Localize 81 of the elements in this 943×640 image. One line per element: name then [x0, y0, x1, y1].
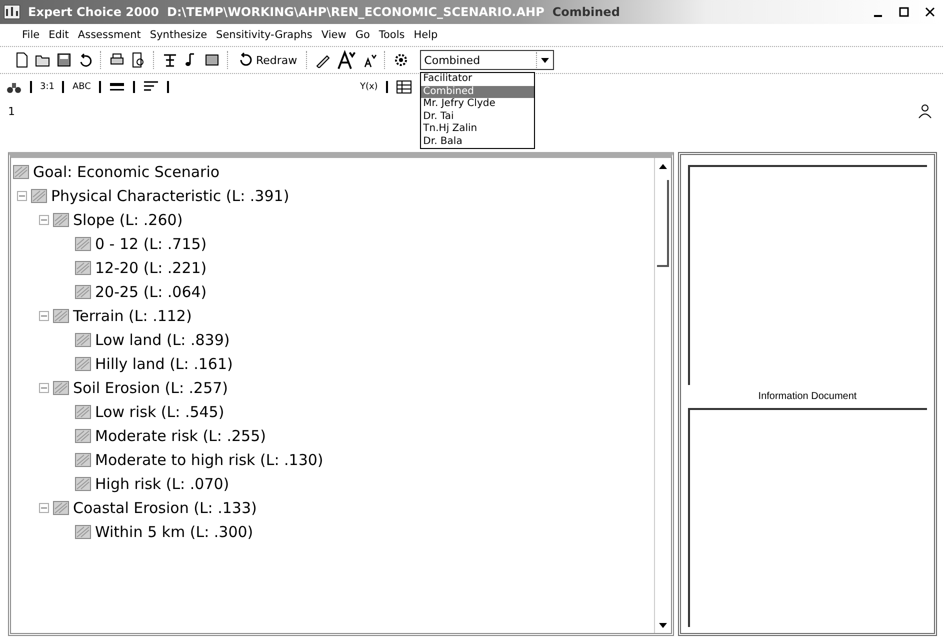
scroll-down-icon[interactable] — [659, 622, 667, 628]
node-icon — [75, 429, 91, 443]
redraw-button[interactable]: Redraw — [236, 52, 300, 68]
close-icon — [925, 7, 935, 17]
refresh-icon — [238, 52, 254, 68]
tree-node[interactable]: Slope (L: .260) — [73, 211, 183, 229]
grid-icon[interactable] — [396, 79, 412, 95]
menu-item[interactable]: View — [321, 29, 346, 41]
collapse-icon[interactable] — [39, 503, 49, 513]
scroll-thumb[interactable] — [657, 180, 669, 267]
node-icon — [53, 213, 69, 227]
node-icon — [53, 309, 69, 323]
tree-node[interactable]: Physical Characteristic (L: .391) — [51, 187, 290, 205]
tree-node[interactable]: Goal: Economic Scenario — [33, 163, 220, 181]
tree-node[interactable]: Low risk (L: .545) — [95, 403, 224, 421]
dropdown-option[interactable]: Dr. Bala — [421, 136, 534, 148]
mode-label: Combined — [552, 5, 620, 19]
node-icon — [75, 525, 91, 539]
tree-node[interactable]: 12-20 (L: .221) — [95, 259, 207, 277]
tree-icon[interactable] — [162, 52, 178, 68]
gear-icon[interactable] — [393, 52, 410, 68]
tree-node[interactable]: Soil Erosion (L: .257) — [73, 379, 228, 397]
node-icon — [53, 381, 69, 395]
abc-button[interactable]: ABC — [72, 82, 91, 92]
font-increase-icon[interactable] — [336, 50, 356, 70]
node-icon — [75, 357, 91, 371]
node-icon — [75, 453, 91, 467]
new-file-icon[interactable] — [14, 52, 30, 68]
window-title: Expert Choice 2000 — [28, 5, 160, 19]
collapse-icon[interactable] — [39, 215, 49, 225]
node-icon — [75, 333, 91, 347]
pane-caption: Information Document — [758, 390, 857, 402]
tree-node[interactable]: 20-25 (L: .064) — [95, 283, 207, 301]
formula-button[interactable]: Y(x) — [360, 82, 378, 92]
tree-node[interactable]: Moderate risk (L: .255) — [95, 427, 266, 445]
menu-item[interactable]: Edit — [48, 29, 69, 41]
collapse-icon[interactable] — [17, 191, 27, 201]
tree-node[interactable]: Terrain (L: .112) — [73, 307, 192, 325]
menu-item[interactable]: Sensitivity-Graphs — [216, 29, 312, 41]
collapse-icon[interactable] — [39, 311, 49, 321]
menu-item[interactable]: Assessment — [78, 29, 141, 41]
node-icon — [75, 405, 91, 419]
node-icon — [75, 285, 91, 299]
caret-icon — [541, 58, 550, 62]
node-icon — [53, 501, 69, 515]
minimize-icon — [874, 15, 882, 17]
person-icon[interactable] — [917, 103, 933, 119]
menu-item[interactable]: Help — [414, 29, 438, 41]
tree-node[interactable]: Coastal Erosion (L: .133) — [73, 499, 257, 517]
menu-item[interactable]: File — [22, 29, 40, 41]
node-icon — [75, 237, 91, 251]
node-icon — [75, 477, 91, 491]
file-path: D:\TEMP\WORKING\AHP\REN_ECONOMIC_SCENARIO.AHP — [167, 5, 544, 19]
save-icon[interactable] — [56, 52, 72, 68]
tree-node[interactable]: Hilly land (L: .161) — [95, 355, 233, 373]
maximize-icon — [899, 7, 909, 17]
dropdown-option[interactable]: Mr. Jefry Clyde — [421, 98, 534, 110]
collapse-icon[interactable] — [39, 383, 49, 393]
tree-node[interactable]: Within 5 km (L: .300) — [95, 523, 254, 541]
tree-node[interactable]: Moderate to high risk (L: .130) — [95, 451, 324, 469]
ratio-button[interactable]: 3:1 — [40, 82, 54, 92]
level-number: 1 — [8, 104, 15, 118]
participant-dropdown[interactable]: Combined — [420, 50, 554, 70]
dropdown-option[interactable]: Combined — [421, 86, 534, 98]
node-icon — [31, 189, 47, 203]
node-icon — [13, 165, 29, 179]
scroll-up-icon[interactable] — [659, 164, 667, 168]
tree-node[interactable]: 0 - 12 (L: .715) — [95, 235, 207, 253]
node-icon — [75, 261, 91, 275]
menu-item[interactable]: Go — [355, 29, 370, 41]
scrollbar[interactable] — [654, 158, 671, 633]
menu-item[interactable]: Synthesize — [150, 29, 208, 41]
menu-item[interactable]: Tools — [378, 29, 405, 41]
dropdown-option[interactable]: Dr. Tai — [421, 110, 534, 123]
dropdown-option[interactable]: Facilitator — [421, 73, 534, 86]
tree-node[interactable]: Low land (L: .839) — [95, 331, 230, 349]
print-preview-icon[interactable] — [130, 52, 146, 68]
dropdown-option[interactable]: Tn.Hj Zalin — [421, 123, 534, 136]
picture-frame-icon[interactable] — [204, 52, 220, 68]
tree-node[interactable]: High risk (L: .070) — [95, 475, 230, 493]
app-icon — [4, 5, 20, 19]
